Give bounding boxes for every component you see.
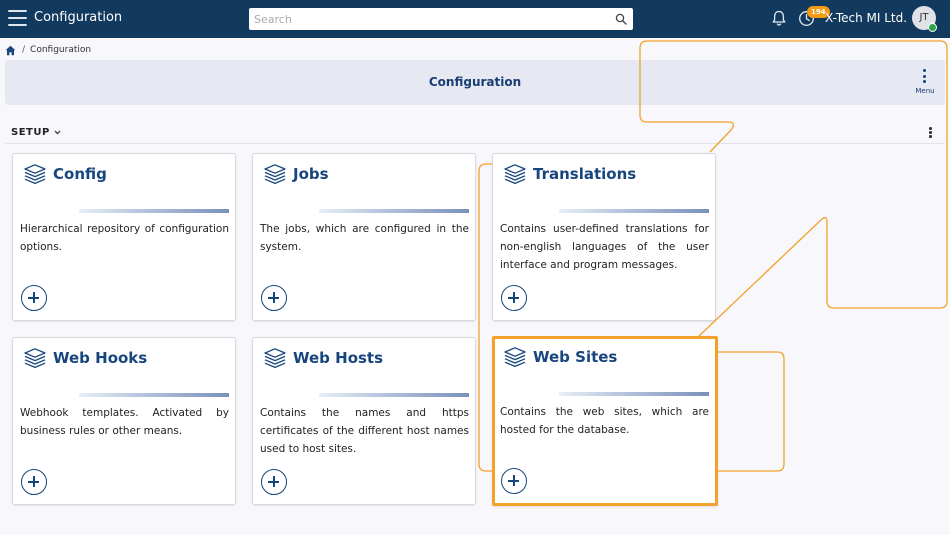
breadcrumb: / Configuration [5,43,91,57]
card-title[interactable]: Web Hosts [293,349,383,367]
bell-icon[interactable] [770,9,788,27]
online-status-dot [928,23,937,32]
section-kebab-icon[interactable] [929,127,933,139]
breadcrumb-item[interactable]: Configuration [30,45,91,55]
card-divider [319,393,469,397]
section-divider [5,143,945,144]
page-header: Configuration Menu [5,60,945,105]
card-title[interactable]: Web Sites [533,348,617,366]
add-button[interactable] [21,285,47,311]
app-title: Configuration [34,10,123,25]
card-description: The jobs, which are configured in the sy… [260,223,469,253]
breadcrumb-separator: / [22,45,26,55]
chevron-down-icon [54,130,61,135]
add-button[interactable] [21,469,47,495]
stack-icon [264,348,286,369]
page-title: Configuration [428,75,522,89]
card-divider [559,209,709,213]
add-button[interactable] [501,285,527,311]
card-title[interactable]: Config [53,165,107,183]
top-bar: Configuration 194 X-Tech MI Ltd. JT [0,0,950,38]
card-divider [79,393,229,397]
card-description: Contains user-defined translations for n… [500,223,709,271]
add-button[interactable] [261,469,287,495]
stack-icon [24,164,46,185]
card-web-hosts[interactable]: Web Hosts Contains the names and https c… [252,337,476,505]
card-translations[interactable]: Translations Contains user-defined trans… [492,153,716,321]
add-button[interactable] [261,285,287,311]
menu-icon[interactable] [8,10,27,26]
card-divider [79,209,229,213]
home-icon[interactable] [5,45,16,56]
card-config[interactable]: Config Hierarchical repository of config… [12,153,236,321]
card-description: Hierarchical repository of configuration… [20,223,229,253]
section-toggle-setup[interactable]: SETUP [11,127,62,138]
menu-label: Menu [915,87,935,95]
company-name[interactable]: X-Tech MI Ltd. [825,11,907,25]
card-title[interactable]: Web Hooks [53,349,147,367]
card-description: Contains the web sites, which are hosted… [500,406,709,436]
card-description: Webhook templates. Activated by business… [20,407,229,437]
stack-icon [264,164,286,185]
card-title[interactable]: Jobs [293,165,329,183]
card-title[interactable]: Translations [533,165,636,183]
card-jobs[interactable]: Jobs The jobs, which are configured in t… [252,153,476,321]
kebab-icon [923,69,927,86]
card-web-hooks[interactable]: Web Hooks Webhook templates. Activated b… [12,337,236,505]
card-description: Contains the names and https certificate… [260,407,469,455]
card-divider [319,209,469,213]
search-icon[interactable] [615,13,627,25]
stack-icon [504,347,526,368]
search-input[interactable] [249,8,599,31]
stack-icon [24,348,46,369]
menu-button[interactable]: Menu [913,69,937,99]
stack-icon [504,164,526,185]
add-button[interactable] [501,468,527,494]
search-box[interactable] [249,8,633,31]
card-divider [559,392,709,396]
section-label: SETUP [11,127,50,138]
card-web-sites[interactable]: Web Sites Contains the web sites, which … [492,336,718,506]
